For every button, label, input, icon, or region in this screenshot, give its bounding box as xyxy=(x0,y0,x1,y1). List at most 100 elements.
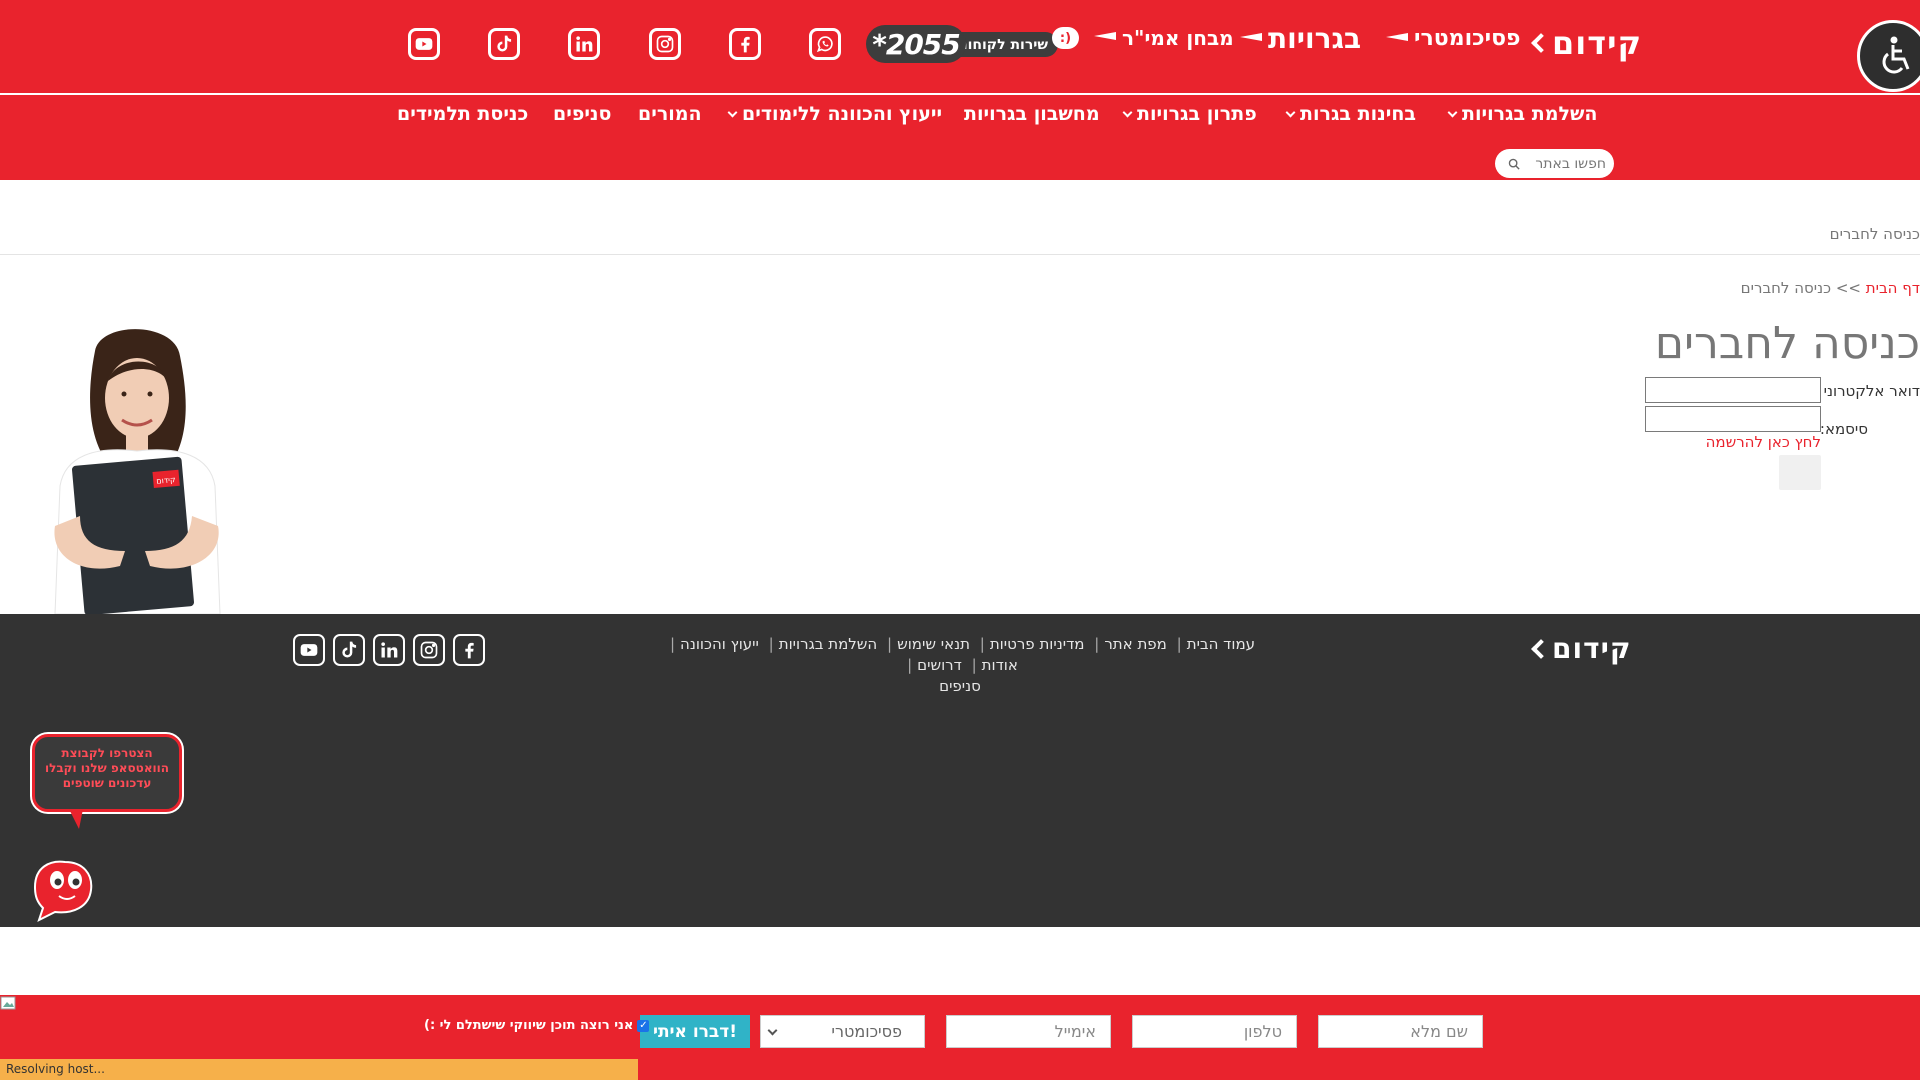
breadcrumb: דף הבית >> כניסה לחברים xyxy=(1741,279,1920,297)
nav-item-branches[interactable]: סניפים xyxy=(553,103,611,125)
breadcrumb-current: כניסה לחברים xyxy=(1740,279,1832,297)
footer-link-privacy[interactable]: מדיניות פרטיות xyxy=(990,635,1085,653)
flag-icon xyxy=(1386,32,1408,45)
footer-separator: | xyxy=(979,635,985,653)
instagram-icon[interactable] xyxy=(413,634,445,666)
linkedin-icon[interactable] xyxy=(568,28,600,60)
password-label: סיסמא: xyxy=(1819,420,1868,438)
footer-separator: | xyxy=(768,635,774,653)
footer-link-counseling[interactable]: ייעוץ והכוונה xyxy=(680,635,759,653)
fullname-field[interactable] xyxy=(1318,1015,1483,1048)
brand-link-bagrut[interactable]: בגרויות xyxy=(1240,22,1361,55)
accessibility-button[interactable] xyxy=(1857,20,1920,92)
whatsapp-icon[interactable] xyxy=(809,28,841,60)
consent-label: אני רוצה תוכן שיווקי שישתלם לי :) xyxy=(424,1018,634,1033)
password-field[interactable] xyxy=(1645,406,1821,432)
email-lead-field[interactable] xyxy=(946,1015,1111,1048)
brand-link-psychometric[interactable]: פסיכומטרי xyxy=(1386,26,1521,51)
footer-separator: | xyxy=(971,656,977,674)
page-title: כניסה לחברים xyxy=(1654,318,1920,369)
nav-label: בחינות בגרות xyxy=(1300,103,1416,125)
marketing-consent[interactable]: ✓ אני רוצה תוכן שיווקי שישתלם לי :) xyxy=(424,1018,650,1033)
content-divider xyxy=(0,254,1920,255)
facebook-icon[interactable] xyxy=(729,28,761,60)
footer-link-branches[interactable]: סניפים xyxy=(939,677,981,695)
nav-label: סניפים xyxy=(553,103,612,125)
course-select-value: פסיכומטרי xyxy=(831,1022,902,1041)
email-label: דואר אלקטרוני xyxy=(1823,382,1920,400)
nav-label: מחשבון בגרויות xyxy=(964,103,1100,125)
nav-label: השלמת בגרויות xyxy=(1462,103,1598,125)
login-submit-button[interactable] xyxy=(1779,455,1821,490)
chat-bot-icon[interactable] xyxy=(25,852,101,922)
footer-separator: | xyxy=(907,656,913,674)
nav-label: ייעוץ והכוונה ללימודים xyxy=(742,103,943,125)
brand-psychometric-label: פסיכומטרי xyxy=(1414,26,1521,51)
email-field[interactable] xyxy=(1645,377,1821,403)
chevron-down-icon xyxy=(727,107,738,117)
breadcrumb-separator: >> xyxy=(1835,279,1861,297)
header-nav-bar xyxy=(0,95,1920,180)
nav-item-student-login[interactable]: כניסת תלמידים xyxy=(397,103,528,125)
footer-separator: | xyxy=(1176,635,1182,653)
phone-field[interactable] xyxy=(1132,1015,1297,1048)
nav-item-counseling[interactable]: ייעוץ והכוונה ללימודים xyxy=(727,103,943,125)
footer-separator: | xyxy=(887,635,893,653)
footer-logo-text: קידום xyxy=(1552,632,1632,665)
breadcrumb-home-link[interactable]: דף הבית xyxy=(1866,279,1920,297)
footer-link-home[interactable]: עמוד הבית xyxy=(1187,635,1255,653)
nav-label: כניסת תלמידים xyxy=(397,103,529,125)
model-badge-text: קידום xyxy=(156,475,176,486)
youtube-icon[interactable] xyxy=(408,28,440,60)
nav-label: פתרון בגרויות xyxy=(1137,103,1257,125)
nav-item-calculator[interactable]: מחשבון בגרויות xyxy=(964,103,1100,125)
flag-icon xyxy=(1094,32,1116,44)
phone-number-badge[interactable]: *2055 xyxy=(866,25,966,63)
footer-link-jobs[interactable]: דרושים xyxy=(917,656,962,674)
logo-text: קידום xyxy=(1552,24,1643,62)
youtube-icon[interactable] xyxy=(293,634,325,666)
footer-link-completion[interactable]: השלמת בגרויות xyxy=(779,635,877,653)
footer-logo[interactable]: קידום xyxy=(1530,632,1631,665)
chat-bubble[interactable]: הצטרפו לקבוצת הוואטסאפ שלנו וקבלו עדכוני… xyxy=(32,734,182,829)
browser-status-bar: Resolving host... xyxy=(0,1059,638,1080)
brand-amir-label: מבחן אמי"ר xyxy=(1122,26,1234,50)
page-heading-small: כניסה לחברים xyxy=(1829,225,1920,243)
facebook-icon[interactable] xyxy=(453,634,485,666)
nav-item-exams[interactable]: בחינות בגרות xyxy=(1285,103,1416,125)
consent-checkbox[interactable]: ✓ xyxy=(637,1019,650,1032)
flag-icon xyxy=(1240,32,1262,45)
search-icon[interactable] xyxy=(1508,158,1520,170)
tiktok-icon[interactable] xyxy=(488,28,520,60)
search-input[interactable] xyxy=(1526,155,1606,172)
chevron-down-icon xyxy=(1122,107,1133,117)
chevron-down-icon xyxy=(767,1025,778,1036)
instagram-icon[interactable] xyxy=(649,28,681,60)
wheelchair-icon xyxy=(1882,36,1910,74)
footer-separator: | xyxy=(669,635,676,653)
logo-chevron-icon xyxy=(1531,638,1551,659)
brand-bagrut-label: בגרויות xyxy=(1268,22,1362,55)
course-select[interactable]: פסיכומטרי xyxy=(760,1015,925,1048)
talk-to-me-button[interactable]: דברו איתי! xyxy=(640,1015,750,1048)
nav-label: המורים xyxy=(638,103,702,125)
footer-link-sitemap[interactable]: מפת אתר xyxy=(1104,635,1167,653)
search-box[interactable] xyxy=(1495,149,1614,178)
chevron-down-icon xyxy=(1447,107,1458,117)
footer-link-terms[interactable]: תנאי שימוש xyxy=(897,635,970,653)
logo-chevron-icon xyxy=(1531,33,1551,53)
chevron-down-icon xyxy=(1285,107,1296,117)
brand-link-amir[interactable]: מבחן אמי"ר xyxy=(1094,26,1234,50)
nav-item-teachers[interactable]: המורים xyxy=(638,103,702,125)
tiktok-icon[interactable] xyxy=(333,634,365,666)
smile-icon: :) xyxy=(1052,27,1079,49)
register-link[interactable]: לחץ כאן להרשמה xyxy=(1706,433,1821,451)
linkedin-icon[interactable] xyxy=(373,634,405,666)
footer-separator: | xyxy=(1094,635,1100,653)
nav-item-completion[interactable]: השלמת בגרויות xyxy=(1447,103,1598,125)
footer-link-about[interactable]: אודות xyxy=(982,656,1018,674)
nav-item-solutions[interactable]: פתרון בגרויות xyxy=(1122,103,1257,125)
site-logo[interactable]: קידום xyxy=(1530,24,1642,62)
student-model-image: קידום xyxy=(54,329,221,614)
broken-image-icon xyxy=(0,996,16,1010)
